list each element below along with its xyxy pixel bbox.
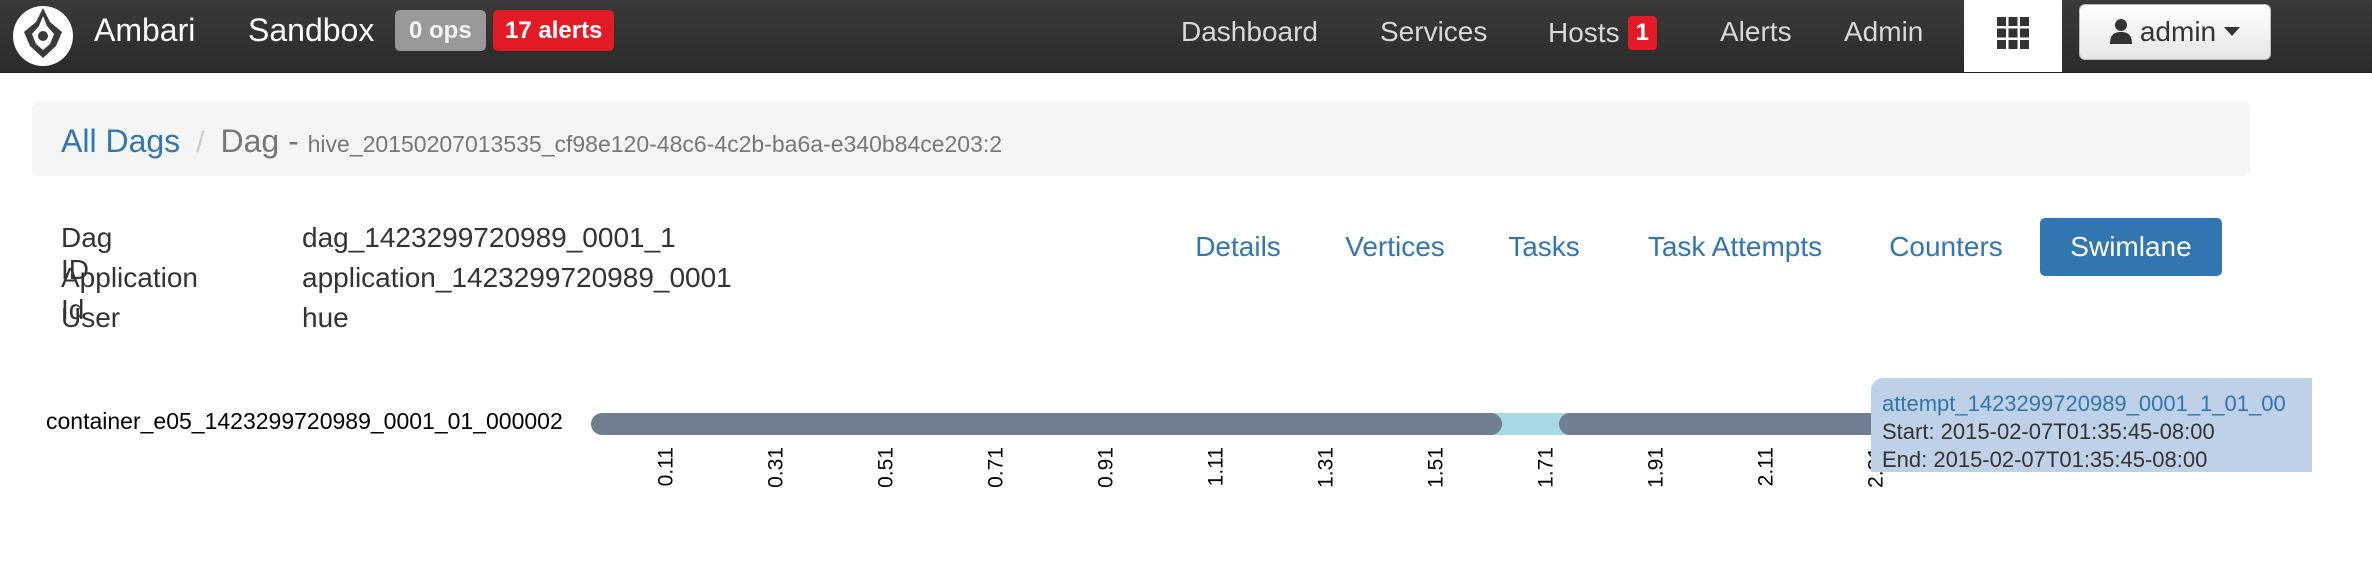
nav-dashboard[interactable]: Dashboard (1181, 16, 1318, 48)
info-label: User (61, 302, 121, 333)
tooltip-attempt-link[interactable]: attempt_1423299720989_0001_1_01_00 (1882, 390, 2312, 418)
ambari-logo-icon[interactable] (10, 2, 76, 66)
axis-tick-label: 1.11 (1205, 447, 1228, 486)
attempt-bar[interactable] (591, 413, 1502, 435)
user-icon (2110, 19, 2133, 44)
user-menu-label: admin (2139, 16, 2217, 47)
nav-services[interactable]: Services (1380, 16, 1487, 48)
axis-tick-label: 0.71 (985, 447, 1008, 488)
axis-tick-label: 0.31 (765, 447, 788, 488)
attempt-bar[interactable] (1559, 413, 1889, 435)
attempt-tooltip: attempt_1423299720989_0001_1_01_00 Start… (1871, 378, 2312, 472)
axis-tick-label: 2.11 (1755, 447, 1778, 486)
cluster-name[interactable]: Sandbox (248, 12, 374, 49)
nav-hosts-label: Hosts (1548, 17, 1620, 48)
tab-swimlane[interactable]: Swimlane (2040, 218, 2222, 276)
breadcrumb-all-dags[interactable]: All Dags (61, 123, 180, 159)
axis-tick-label: 1.31 (1315, 447, 1338, 488)
axis-tick-label: 0.91 (1095, 447, 1118, 488)
caret-down-icon (2223, 27, 2240, 36)
axis-tick-label: 1.51 (1425, 447, 1448, 488)
ops-badge[interactable]: 0 ops (395, 10, 486, 51)
axis-tick-label: 1.71 (1535, 447, 1558, 488)
top-navbar: Ambari Sandbox 0 ops 17 alerts Dashboard… (0, 0, 2372, 73)
breadcrumb-dag-name: hive_20150207013535_cf98e120-48c6-4c2b-b… (307, 131, 1003, 157)
nav-alerts[interactable]: Alerts (1720, 16, 1792, 48)
breadcrumb: All Dags / Dag - hive_20150207013535_cf98e… (32, 102, 2250, 176)
nav-hosts[interactable]: Hosts 1 (1548, 16, 1657, 50)
breadcrumb-separator: / (196, 126, 205, 159)
hosts-count-badge: 1 (1627, 16, 1657, 50)
user-menu-button[interactable]: admin (2079, 4, 2271, 60)
tab-counters[interactable]: Counters (1880, 218, 2012, 276)
tab-tasks[interactable]: Tasks (1498, 218, 1590, 276)
brand-title[interactable]: Ambari (94, 12, 195, 49)
nav-admin[interactable]: Admin (1844, 16, 1923, 48)
breadcrumb-current-prefix: Dag - (220, 123, 308, 159)
axis-tick-label: 0.51 (875, 447, 898, 488)
alerts-badge[interactable]: 17 alerts (493, 10, 615, 51)
axis-tick-label: 1.91 (1645, 447, 1668, 488)
info-value: application_1423299720989_0001 (302, 262, 732, 293)
apps-menu-button[interactable] (1964, 0, 2062, 72)
grid-icon (1997, 17, 2029, 49)
axis-tick-label: 0.11 (655, 447, 678, 486)
tab-task-attempts[interactable]: Task Attempts (1632, 218, 1838, 276)
info-value: dag_1423299720989_0001_1 (302, 222, 676, 253)
tooltip-end: End: 2015-02-07T01:35:45-08:00 (1882, 447, 2208, 472)
tab-details[interactable]: Details (1183, 218, 1293, 276)
tab-vertices[interactable]: Vertices (1334, 218, 1456, 276)
info-value: hue (302, 302, 349, 333)
tooltip-start: Start: 2015-02-07T01:35:45-08:00 (1882, 419, 2215, 444)
